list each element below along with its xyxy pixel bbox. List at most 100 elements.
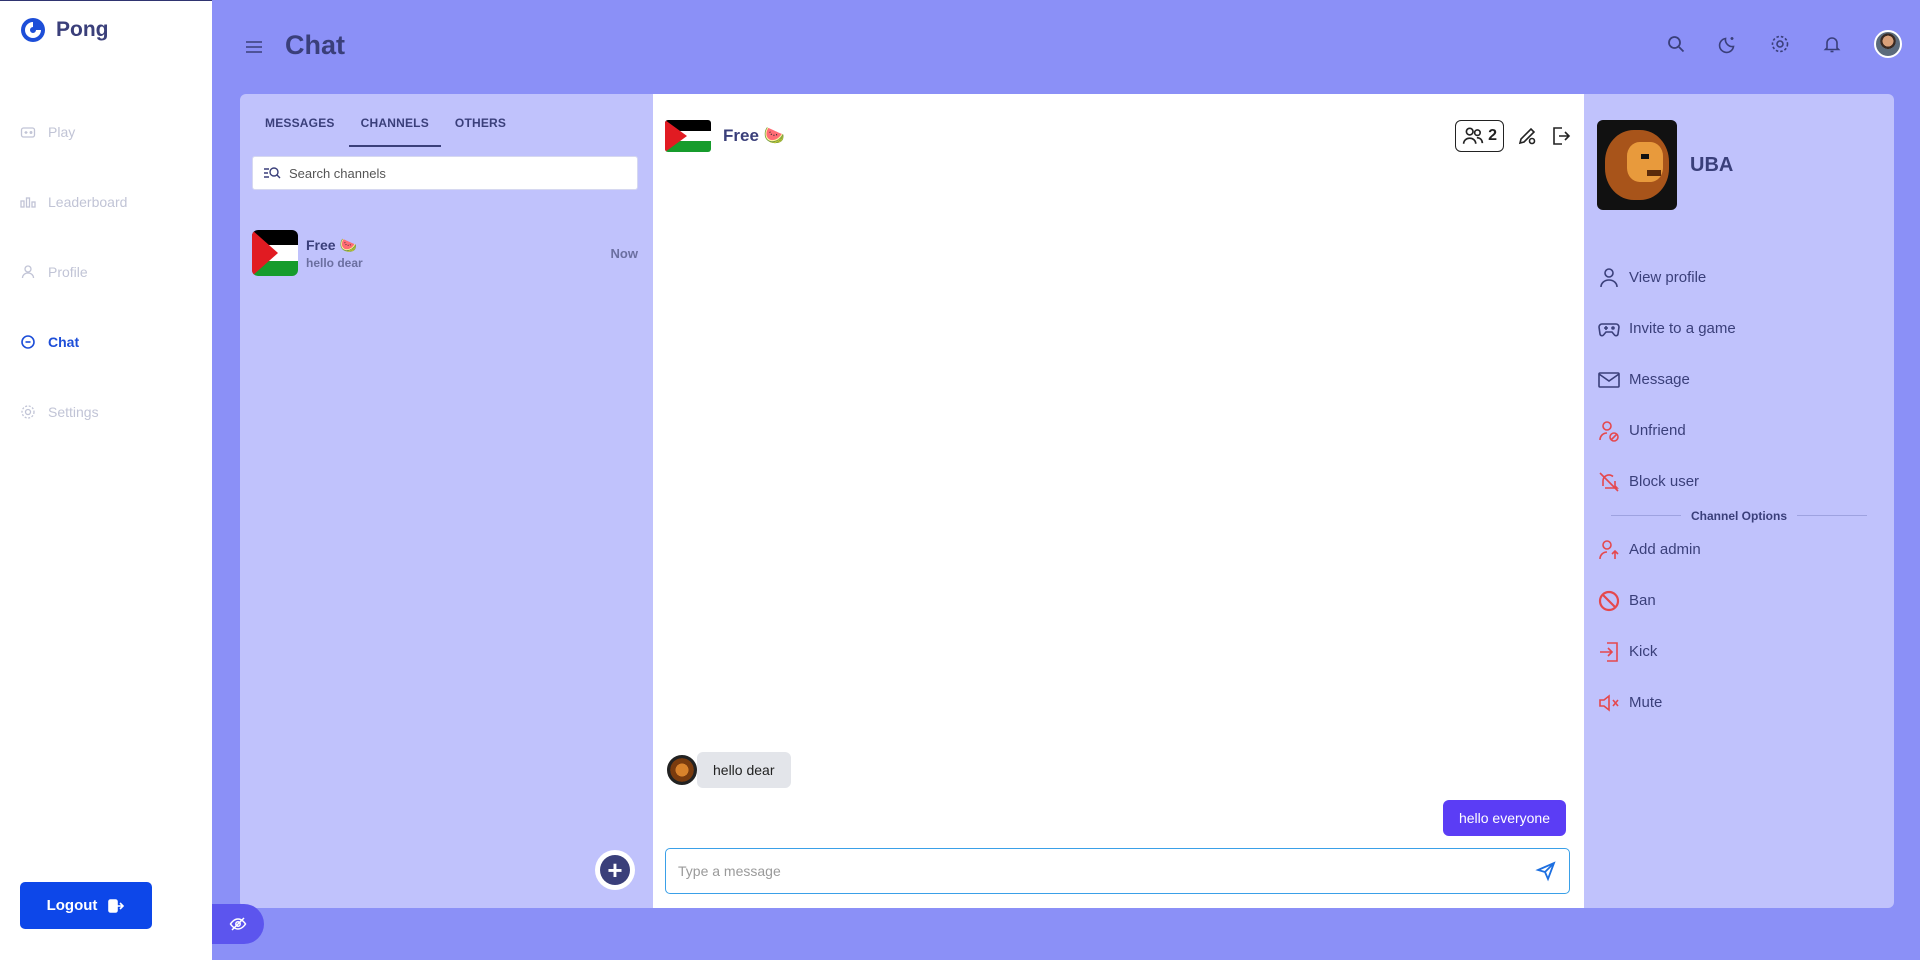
user-up-icon — [1599, 539, 1619, 559]
page-title: Chat — [285, 30, 345, 60]
message-text: hello dear — [697, 752, 791, 788]
message-outgoing: hello everyone — [1442, 800, 1566, 836]
user-remove-icon — [1599, 420, 1619, 442]
message-incoming: hello dear — [665, 752, 791, 788]
sidebar-nav: Play Leaderboard Profile Chat Settings — [20, 97, 127, 447]
sidebar: Pong Play Leaderboard Profile Chat Setti… — [0, 0, 212, 960]
search-icon[interactable] — [1666, 34, 1686, 54]
gear-icon — [21, 405, 35, 419]
search-input[interactable]: Search channels — [289, 166, 386, 181]
action-label: Invite to a game — [1629, 320, 1736, 337]
sidebar-item-chat[interactable]: Chat — [20, 307, 127, 377]
brand[interactable]: Pong — [20, 17, 109, 43]
users-icon — [1462, 127, 1484, 144]
profile-panel: UBA View profile Invite to a game Messag… — [1584, 94, 1894, 908]
chat-icon — [21, 335, 35, 349]
kick-button[interactable]: Kick — [1597, 626, 1867, 677]
avatar[interactable] — [1874, 30, 1902, 58]
message-input[interactable]: Type a message — [678, 863, 1535, 879]
sidebar-item-label: Settings — [48, 404, 99, 420]
sidebar-item-label: Leaderboard — [48, 194, 128, 210]
ban-icon — [1598, 590, 1620, 611]
mute-button[interactable]: Mute — [1597, 677, 1867, 728]
moon-icon[interactable] — [1718, 34, 1738, 54]
action-label: Unfriend — [1629, 422, 1686, 439]
section-title: Channel Options — [1691, 508, 1787, 523]
bell-off-icon — [1599, 471, 1619, 492]
tab-others[interactable]: OTHERS — [455, 116, 506, 140]
action-label: Block user — [1629, 473, 1700, 490]
channels-panel: MESSAGES CHANNELS OTHERS Search channels… — [240, 94, 653, 908]
profile-name: UBA — [1690, 153, 1734, 176]
leaderboard-icon — [20, 197, 36, 208]
tab-channels[interactable]: CHANNELS — [348, 116, 442, 147]
profile-header: UBA — [1597, 120, 1733, 210]
sidebar-item-play[interactable]: Play — [20, 97, 127, 167]
action-label: Mute — [1629, 694, 1663, 711]
channel-name: Free 🍉 — [306, 236, 357, 253]
mail-icon — [1598, 371, 1620, 388]
channel-last-message: hello dear — [306, 255, 363, 270]
action-label: Ban — [1629, 592, 1656, 609]
plus-icon: + — [600, 855, 630, 885]
gear-icon[interactable] — [1770, 34, 1790, 54]
sidebar-item-profile[interactable]: Profile — [20, 237, 127, 307]
user-icon — [1600, 267, 1618, 287]
sender-avatar[interactable] — [665, 753, 699, 787]
logout-button[interactable]: Logout — [20, 882, 152, 929]
logout-icon — [108, 898, 125, 913]
eye-off-icon — [229, 917, 247, 931]
chat-title: Free 🍉 — [723, 126, 785, 145]
top-actions — [1666, 30, 1902, 58]
members-button[interactable]: 2 — [1455, 120, 1504, 152]
member-count: 2 — [1488, 127, 1497, 144]
unfriend-button[interactable]: Unfriend — [1597, 405, 1867, 456]
top-bar: Chat — [212, 0, 1920, 94]
sidebar-item-leaderboard[interactable]: Leaderboard — [20, 167, 127, 237]
edit-channel-icon[interactable] — [1516, 125, 1538, 147]
message-composer[interactable]: Type a message — [665, 848, 1570, 894]
message-button[interactable]: Message — [1597, 354, 1867, 405]
sidebar-item-label: Play — [48, 124, 76, 140]
profile-actions: View profile Invite to a game Message Un… — [1597, 252, 1867, 728]
search-list-icon — [264, 167, 281, 179]
brand-name: Pong — [56, 18, 109, 41]
view-profile-button[interactable]: View profile — [1597, 252, 1867, 303]
block-user-button[interactable]: Block user — [1597, 456, 1867, 507]
sidebar-item-settings[interactable]: Settings — [20, 377, 127, 447]
bell-icon[interactable] — [1822, 34, 1842, 54]
pong-logo-icon — [21, 18, 45, 42]
leave-channel-icon[interactable] — [1550, 125, 1572, 147]
profile-avatar[interactable] — [1597, 120, 1677, 210]
action-label: Kick — [1629, 643, 1658, 660]
action-label: View profile — [1629, 269, 1707, 286]
user-icon — [21, 265, 35, 279]
gamepad-icon — [1598, 322, 1620, 336]
logout-label: Logout — [46, 897, 98, 914]
chat-card: MESSAGES CHANNELS OTHERS Search channels… — [240, 94, 1894, 908]
hamburger-menu-icon[interactable] — [243, 36, 265, 58]
chat-avatar — [665, 120, 711, 152]
add-channel-button[interactable]: + — [595, 850, 635, 890]
channel-avatar — [252, 230, 298, 276]
channel-time: Now — [610, 245, 638, 261]
action-label: Message — [1629, 371, 1690, 388]
invite-game-button[interactable]: Invite to a game — [1597, 303, 1867, 354]
tab-messages[interactable]: MESSAGES — [265, 116, 335, 140]
gamepad-icon — [20, 127, 36, 138]
chat-header: Free 🍉 2 — [665, 118, 1572, 154]
search-channels-box[interactable]: Search channels — [252, 156, 638, 190]
sidebar-item-label: Chat — [48, 334, 80, 350]
chat-panel: Free 🍉 2 hello dear hello everyone Type … — [653, 94, 1584, 908]
add-admin-button[interactable]: Add admin — [1597, 524, 1867, 575]
kick-icon — [1600, 641, 1618, 662]
mute-icon — [1599, 693, 1619, 712]
hide-sidebar-toggle[interactable] — [212, 904, 264, 944]
list-item[interactable]: Free 🍉 hello dear Now — [252, 230, 638, 276]
channel-tabs: MESSAGES CHANNELS OTHERS — [265, 116, 506, 147]
channel-options-divider: Channel Options — [1597, 507, 1867, 524]
send-icon[interactable] — [1535, 860, 1557, 882]
ban-button[interactable]: Ban — [1597, 575, 1867, 626]
sidebar-item-label: Profile — [48, 264, 88, 280]
action-label: Add admin — [1629, 541, 1701, 558]
